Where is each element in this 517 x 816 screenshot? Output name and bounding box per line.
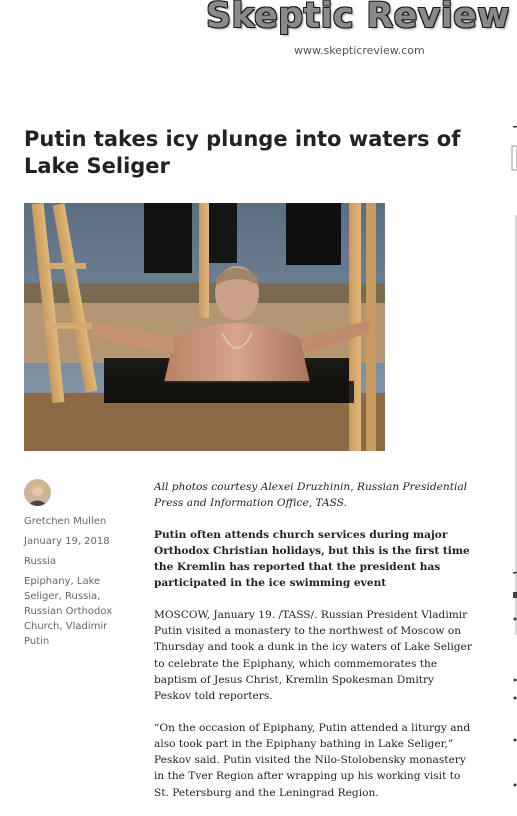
article-body: All photos courtesy Alexei Druzhinin, Ru… — [154, 479, 474, 816]
site-url[interactable]: www.skepticreview.com — [294, 44, 425, 57]
article-headline: Putin takes icy plunge into waters of La… — [24, 127, 461, 178]
article-paragraph: MOSCOW, January 19. /TASS/. Russian Pres… — [154, 608, 472, 703]
article-lede: Putin often attends church services duri… — [154, 528, 470, 590]
site-title[interactable]: Skeptic Review — [206, 0, 510, 36]
hero-image[interactable] — [24, 203, 385, 451]
hero-photo-illustration — [24, 203, 385, 451]
author-avatar[interactable] — [24, 479, 51, 506]
article-paragraph: “On the occasion of Epiphany, Putin atte… — [154, 721, 471, 799]
masthead: Skeptic Review www.skepticreview.com — [0, 0, 517, 70]
avatar-icon — [24, 479, 51, 506]
post-meta: Gretchen Mullen January 19, 2018 Russia … — [24, 479, 124, 654]
sidebar-edge-cutoff — [511, 126, 517, 787]
post-category[interactable]: Russia — [24, 554, 124, 569]
author-name[interactable]: Gretchen Mullen — [24, 514, 124, 529]
post-tags[interactable]: Epiphany, Lake Seliger, Russia, Russian … — [24, 574, 124, 649]
photo-credit-caption: All photos courtesy Alexei Druzhinin, Ru… — [154, 481, 468, 510]
post-date[interactable]: January 19, 2018 — [24, 534, 124, 549]
